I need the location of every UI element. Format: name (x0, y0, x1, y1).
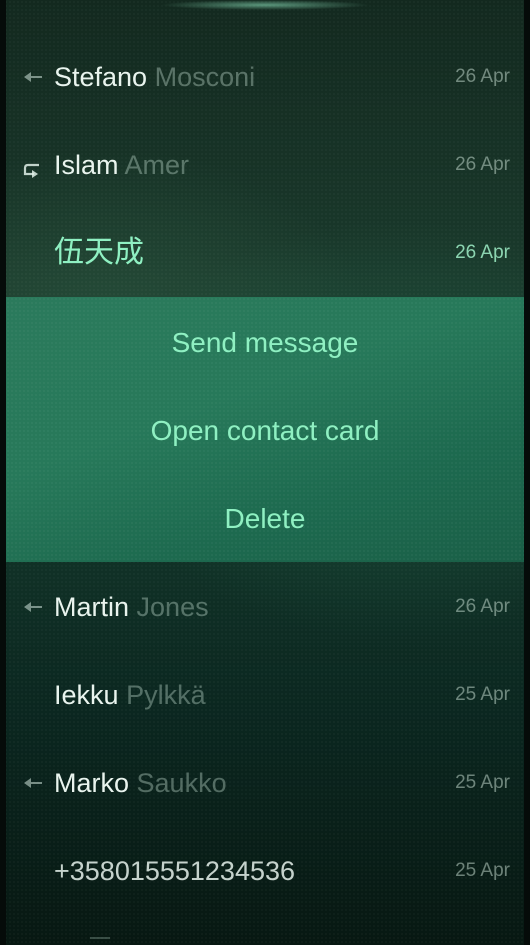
send-message-menu-item[interactable]: Send message (6, 299, 524, 387)
context-menu: Send message Open contact card Delete (6, 297, 524, 562)
screen-edge-left (0, 0, 6, 945)
last-name: Saukko (136, 768, 227, 798)
reply-arrow-icon (23, 163, 39, 179)
first-name: Stefano (54, 62, 148, 92)
next-item-hint (90, 937, 110, 945)
first-name: 伍天成 (54, 236, 144, 269)
last-name: Amer (124, 150, 190, 180)
message-date: 26 Apr (455, 154, 510, 175)
conversation-item[interactable]: Marko Saukko 25 Apr (6, 739, 524, 827)
conversation-item[interactable]: Stefano Mosconi 26 Apr (6, 33, 524, 121)
conversation-list-screen: Stefano Mosconi 26 Apr Islam Amer 26 Apr… (0, 0, 530, 945)
conversation-item[interactable]: Islam Amer 26 Apr (6, 121, 524, 209)
screen-edge-right (524, 0, 530, 945)
phone-number: +358015551234536 (54, 856, 296, 886)
conversation-item[interactable]: Martin Jones 26 Apr (6, 563, 524, 651)
arrow-left-icon (24, 72, 42, 82)
contact-name: Martin Jones (54, 592, 209, 622)
arrow-left-icon (24, 602, 42, 612)
conversation-item[interactable]: +358015551234536 25 Apr (6, 827, 524, 915)
first-name: Marko (54, 768, 130, 798)
last-name: Pylkkä (126, 680, 206, 710)
contact-name: Islam Amer (54, 150, 189, 180)
last-name: Mosconi (154, 62, 256, 92)
contact-name: Marko Saukko (54, 768, 227, 798)
arrow-left-icon (24, 778, 42, 788)
open-contact-card-menu-item[interactable]: Open contact card (6, 387, 524, 475)
contact-name: Stefano Mosconi (54, 62, 255, 92)
message-date: 26 Apr (455, 242, 510, 263)
message-date: 26 Apr (455, 66, 510, 87)
conversation-item[interactable]: Iekku Pylkkä 25 Apr (6, 651, 524, 739)
conversation-item-selected[interactable]: 伍天成 26 Apr (6, 209, 524, 297)
delete-menu-item[interactable]: Delete (6, 475, 524, 563)
first-name: Martin (54, 592, 130, 622)
message-date: 26 Apr (455, 596, 510, 617)
message-date: 25 Apr (455, 772, 510, 793)
first-name: Iekku (54, 680, 119, 710)
pulley-indicator (160, 0, 370, 10)
contact-name: Iekku Pylkkä (54, 680, 206, 710)
contact-name: 伍天成 (54, 238, 144, 268)
contact-name: +358015551234536 (54, 856, 295, 886)
message-date: 25 Apr (455, 860, 510, 881)
message-date: 25 Apr (455, 684, 510, 705)
last-name: Jones (136, 592, 209, 622)
first-name: Islam (54, 150, 119, 180)
